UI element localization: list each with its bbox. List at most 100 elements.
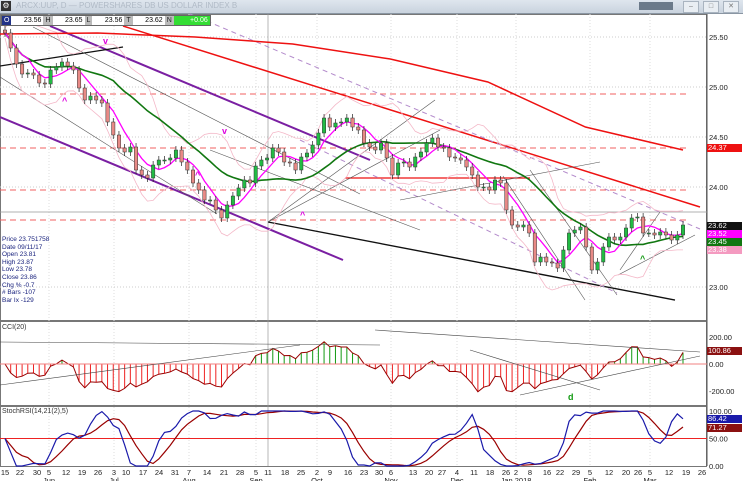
- candle-up: [242, 179, 247, 189]
- candle-down: [31, 72, 36, 76]
- date-tick-label: 26: [698, 468, 706, 477]
- date-tick-label: 18: [281, 468, 289, 477]
- candle-up: [481, 186, 486, 189]
- candle-up: [48, 69, 53, 85]
- candle-down: [248, 179, 252, 184]
- open-key: O: [2, 16, 12, 25]
- date-tick-label: 17: [139, 468, 147, 477]
- stoch-k-last-value-tag: 86.42: [707, 415, 742, 423]
- open-value: 23.56: [23, 17, 42, 24]
- pattern-marker: ^: [62, 96, 68, 106]
- chart-canvas[interactable]: 25.5025.0024.5024.0023.00v^v^^^d200.000.…: [0, 0, 743, 481]
- date-tick-label: 14: [203, 468, 211, 477]
- candle-up: [299, 156, 304, 171]
- candle-up: [578, 226, 583, 231]
- candle-down: [350, 117, 355, 128]
- pattern-marker: v: [222, 126, 227, 136]
- month-label: Oct: [311, 476, 324, 481]
- date-tick-label: 12: [665, 468, 673, 477]
- date-tick-label: 12: [62, 468, 70, 477]
- month-label: Sep: [249, 476, 262, 481]
- cci-title: CCI(20): [2, 324, 27, 331]
- date-tick-label: 19: [682, 468, 690, 477]
- candle-up: [561, 249, 566, 269]
- ohlc-readout: O 23.56 H 23.65 L 23.56 T 23.62 N +0.06: [1, 15, 211, 26]
- candle-down: [652, 232, 657, 236]
- candle-down: [37, 74, 42, 84]
- candle-down: [504, 182, 509, 211]
- candle-up: [413, 156, 418, 168]
- stoch-tick-label: 50.00: [709, 435, 728, 444]
- candle-down: [105, 102, 110, 123]
- date-tick-label: 20: [425, 468, 433, 477]
- price-tick-label: 24.00: [709, 183, 728, 192]
- date-tick-label: 21: [220, 468, 228, 477]
- candle-up: [236, 187, 241, 197]
- pattern-marker: v: [103, 36, 108, 46]
- info-close: Close 23.86: [2, 273, 37, 281]
- candle-down: [447, 147, 452, 158]
- candle-down: [134, 146, 138, 171]
- cci-tick-label: 200.00: [709, 333, 732, 342]
- date-tick-label: 16: [543, 468, 551, 477]
- candle-up: [265, 157, 270, 161]
- date-tick-label: 11: [470, 468, 478, 477]
- candle-down: [145, 174, 150, 179]
- candle-up: [430, 137, 435, 144]
- month-label: Jul: [109, 476, 119, 481]
- candle-up: [418, 151, 423, 158]
- candle-down: [464, 159, 469, 168]
- date-tick-label: 25: [297, 468, 305, 477]
- candle-down: [20, 63, 25, 75]
- candle-up: [230, 195, 235, 206]
- low-key: L: [84, 16, 93, 25]
- price-tick-label: 25.00: [709, 83, 728, 92]
- info-barix: Bar Ix -129: [2, 296, 34, 304]
- pattern-marker: ^: [195, 170, 201, 180]
- last-value-tag: 23.38: [707, 246, 742, 254]
- candle-down: [71, 65, 76, 71]
- date-tick-label: 24: [155, 468, 163, 477]
- stoch-d-last-value-tag: 71.27: [707, 424, 742, 432]
- date-tick-label: 28: [236, 468, 244, 477]
- price-tick-label: 24.50: [709, 133, 728, 142]
- month-label: Mar: [644, 476, 657, 481]
- info-low: Low 23.78: [2, 266, 32, 274]
- candle-down: [470, 166, 475, 176]
- candle-up: [25, 72, 30, 75]
- candle-down: [293, 162, 298, 171]
- candle-down: [510, 209, 515, 226]
- candle-down: [407, 161, 412, 168]
- candle-up: [595, 261, 600, 271]
- last-value: 23.62: [145, 17, 163, 24]
- candle-down: [641, 216, 646, 234]
- candle-up: [567, 232, 572, 251]
- candle-up: [322, 117, 327, 134]
- date-tick-label: 30: [375, 468, 383, 477]
- candle-down: [327, 117, 332, 128]
- candle-down: [544, 256, 549, 263]
- candle-down: [82, 87, 87, 101]
- candle-up: [60, 61, 64, 68]
- high-value: 23.65: [64, 17, 83, 24]
- candle-up: [339, 121, 344, 124]
- candle-up: [225, 204, 230, 219]
- high-key: H: [43, 16, 53, 25]
- cci-last-value-tag: 100.86: [707, 347, 742, 355]
- date-tick-label: 20: [622, 468, 630, 477]
- pattern-marker: ^: [300, 210, 306, 220]
- candle-down: [515, 224, 520, 228]
- stoch-tick-label: 0.00: [709, 462, 724, 471]
- candle-up: [606, 236, 611, 248]
- date-tick-label: 12: [605, 468, 613, 477]
- candle-down: [453, 156, 458, 159]
- candle-down: [276, 147, 281, 153]
- date-tick-label: 29: [572, 468, 580, 477]
- candle-up: [572, 229, 577, 234]
- info-high: High 23.87: [2, 258, 34, 266]
- low-value: 23.56: [104, 17, 123, 24]
- candle-down: [287, 161, 292, 164]
- candle-up: [424, 142, 429, 153]
- date-tick-label: 11: [264, 468, 272, 477]
- candle-down: [122, 147, 127, 153]
